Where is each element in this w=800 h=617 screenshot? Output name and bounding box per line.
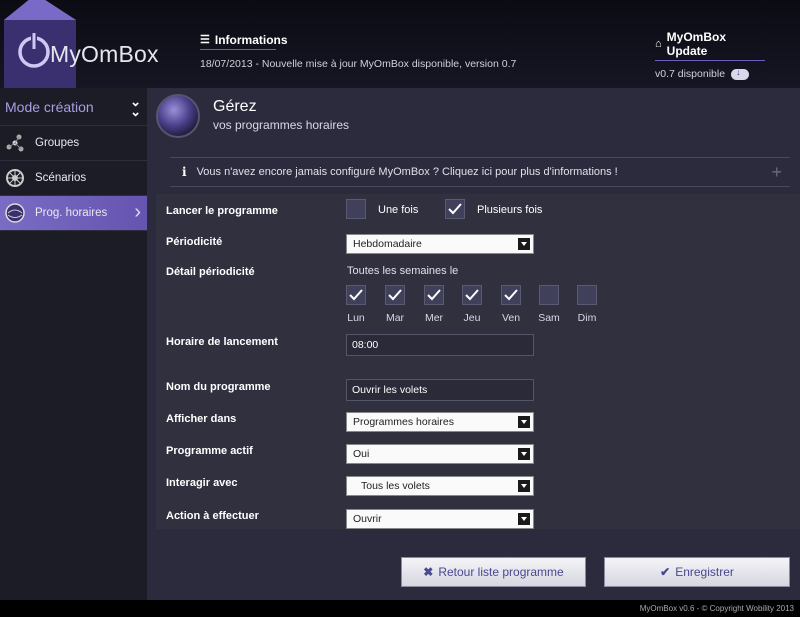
mode-label: Mode création	[5, 98, 94, 115]
checkbox-day-lun[interactable]	[346, 285, 366, 305]
double-chevron-down-icon[interactable]: ⌄ ⌄	[130, 95, 141, 117]
checkbox-day-jeu[interactable]	[462, 285, 482, 305]
day-label-jeu: Jeu	[463, 312, 481, 324]
dropdown-arrow-icon	[518, 448, 530, 460]
time-input[interactable]: 08:00	[346, 334, 534, 356]
notice-text: Vous n'avez encore jamais configuré MyOm…	[196, 166, 618, 178]
display-label: Afficher dans	[166, 413, 237, 425]
update-version: v0.7 disponible	[655, 67, 765, 80]
footer-copyright: MyOmBox v0.6 - © Copyright Wobility 2013	[0, 600, 800, 617]
sidebar-item-scenarios[interactable]: Scénarios	[0, 161, 147, 196]
sidebar-item-groupes[interactable]: Groupes	[0, 126, 147, 161]
checkbox-une-fois[interactable]	[346, 199, 366, 219]
scenarios-icon	[5, 168, 25, 188]
dropdown-arrow-icon	[518, 416, 530, 428]
active-label: Programme actif	[166, 445, 253, 457]
home-icon: ⌂	[655, 38, 662, 50]
app-header: MyOmBox ☰ Informations 18/07/2013 - Nouv…	[0, 0, 800, 88]
checkbox-day-mer[interactable]	[424, 285, 444, 305]
save-button[interactable]: ✔ Enregistrer	[604, 557, 790, 587]
close-icon: ✖	[423, 565, 434, 579]
checkbox-day-mar[interactable]	[385, 285, 405, 305]
check-icon	[465, 289, 479, 301]
launch-label: Lancer le programme	[166, 205, 278, 217]
form-area: Lancer le programme Une fois Plusieurs f…	[156, 194, 800, 529]
main-content: Gérez vos programmes horaires i Vous n'a…	[148, 88, 800, 600]
checkbox-day-ven[interactable]	[501, 285, 521, 305]
check-icon	[427, 289, 441, 301]
sidebar-item-prog-horaires[interactable]: Prog. horaires	[0, 196, 147, 231]
sidebar: Mode création ⌄ ⌄ Groupes Scénarios Prog.…	[0, 88, 148, 600]
periodicity-select[interactable]: Hebdomadaire	[346, 234, 534, 254]
day-label-sam: Sam	[538, 312, 560, 324]
action-select[interactable]: Ouvrir	[346, 509, 534, 529]
info-title: ☰ Informations	[200, 32, 288, 47]
plusieurs-fois-label: Plusieurs fois	[477, 204, 543, 216]
checkbox-day-dim[interactable]	[577, 285, 597, 305]
groups-icon	[5, 133, 25, 153]
display-select[interactable]: Programmes horaires	[346, 412, 534, 432]
day-label-ven: Ven	[501, 312, 521, 324]
day-label-lun: Lun	[347, 312, 365, 324]
mode-row[interactable]: Mode création ⌄ ⌄	[0, 88, 147, 126]
periodicity-label: Périodicité	[166, 236, 223, 248]
menu-lines-icon: ☰	[200, 34, 210, 46]
dropdown-arrow-icon	[518, 480, 530, 492]
cloud-download-icon[interactable]	[731, 67, 750, 80]
name-label: Nom du programme	[166, 381, 271, 393]
detail-label: Détail périodicité	[166, 266, 255, 278]
program-name-input[interactable]: Ouvrir les volets	[346, 379, 534, 401]
page-title: Gérez	[213, 98, 257, 115]
checkbox-plusieurs-fois[interactable]	[445, 199, 465, 219]
logo-text: MyOmBox	[50, 41, 159, 67]
day-label-dim: Dim	[577, 312, 597, 324]
schedules-icon	[5, 203, 25, 223]
info-text: 18/07/2013 - Nouvelle mise à jour MyOmBo…	[200, 57, 517, 70]
dropdown-arrow-icon	[518, 513, 530, 525]
une-fois-label: Une fois	[378, 204, 419, 216]
interact-label: Interagir avec	[166, 477, 238, 489]
dropdown-arrow-icon	[518, 238, 530, 250]
page-subtitle: vos programmes horaires	[213, 118, 350, 132]
update-block[interactable]: ⌂ MyOmBox Update v0.7 disponible	[655, 30, 765, 80]
active-select[interactable]: Oui	[346, 444, 534, 464]
back-to-list-button[interactable]: ✖ Retour liste programme	[401, 557, 586, 587]
detail-text: Toutes les semaines le	[347, 265, 459, 277]
action-label: Action à effectuer	[166, 510, 259, 522]
day-label-mer: Mer	[424, 312, 444, 324]
logo[interactable]: MyOmBox	[0, 0, 159, 88]
day-label-mar: Mar	[385, 312, 405, 324]
time-label: Horaire de lancement	[166, 336, 278, 348]
checkbox-day-sam[interactable]	[539, 285, 559, 305]
check-icon	[504, 289, 518, 301]
plus-icon[interactable]: +	[771, 162, 782, 183]
info-notice[interactable]: i Vous n'avez encore jamais configuré My…	[170, 157, 790, 187]
globe-clock-icon	[156, 94, 200, 138]
check-icon	[388, 289, 402, 301]
interact-select[interactable]: Tous les volets	[346, 476, 534, 496]
update-title[interactable]: ⌂ MyOmBox Update	[655, 30, 765, 61]
check-icon	[448, 203, 462, 215]
check-icon	[349, 289, 363, 301]
info-block: ☰ Informations 18/07/2013 - Nouvelle mis…	[200, 30, 516, 70]
info-icon: i	[182, 165, 187, 179]
check-icon: ✔	[660, 565, 671, 579]
